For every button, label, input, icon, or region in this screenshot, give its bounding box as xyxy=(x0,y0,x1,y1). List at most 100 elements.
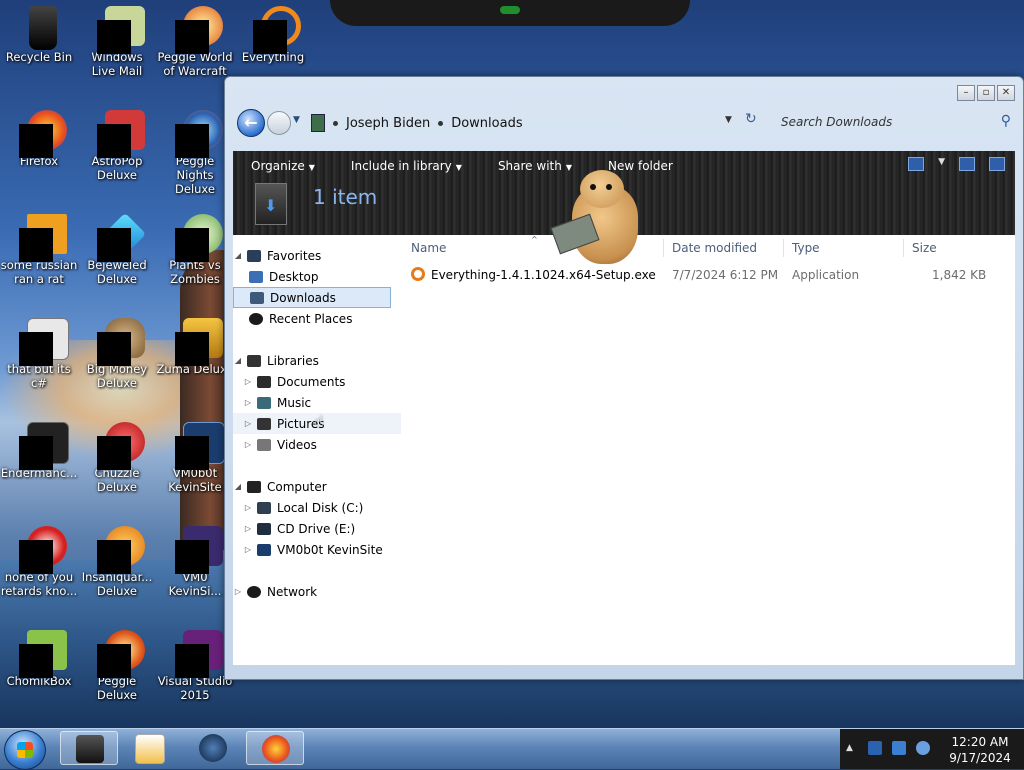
nav-desktop[interactable]: Desktop xyxy=(233,266,403,287)
pictures-icon xyxy=(257,417,271,430)
nav-cd-drive[interactable]: ▷ CD Drive (E:) xyxy=(233,518,401,539)
expand-arrow-icon[interactable]: ▷ xyxy=(233,587,243,596)
desktop-icon-vm0-kevinsite[interactable]: VM0 KevinSi... xyxy=(156,526,234,598)
nav-vm-kevinsite[interactable]: ▷ VM0b0t KevinSite xyxy=(233,539,401,560)
expand-arrow-icon[interactable]: ▷ xyxy=(243,545,253,554)
help-icon[interactable] xyxy=(989,157,1005,171)
everything-setup-icon xyxy=(411,267,425,281)
desktop-icon-vm-kevinsite[interactable]: VM0b0t KevinSite xyxy=(156,422,234,494)
collapse-arrow-icon[interactable]: ◢ xyxy=(233,356,243,365)
column-divider[interactable] xyxy=(663,239,664,257)
column-header-date-modified[interactable]: Date modified xyxy=(672,241,757,255)
organize-button[interactable]: Organize ▼ xyxy=(233,157,333,177)
nav-videos[interactable]: ▷ Videos xyxy=(233,434,401,455)
desktop-icon-bejeweled[interactable]: Bejeweled Deluxe xyxy=(78,212,156,286)
nav-local-disk[interactable]: ▷ Local Disk (C:) xyxy=(233,497,401,518)
insaniquarium-icon xyxy=(97,526,145,574)
desktop-icon-c-sharp[interactable]: that but its c# xyxy=(0,318,78,390)
file-list: Name ^ Date modified Type Size Everythin… xyxy=(403,235,1015,665)
nav-computer[interactable]: ◢ Computer xyxy=(233,476,391,497)
network-drive-icon xyxy=(257,543,271,556)
show-hidden-icons-icon[interactable]: ▲ xyxy=(846,743,853,753)
desktop-icon-recycle-bin[interactable]: Recycle Bin xyxy=(0,6,78,64)
desktop-icon-insaniquarium[interactable]: Insaniquar... Deluxe xyxy=(78,526,156,598)
nav-documents[interactable]: ▷ Documents xyxy=(233,371,401,392)
expand-arrow-icon[interactable]: ▷ xyxy=(243,419,253,428)
recent-pages-dropdown[interactable]: ▼ xyxy=(293,115,300,125)
nav-recent-places[interactable]: Recent Places xyxy=(233,308,403,329)
nav-downloads[interactable]: Downloads xyxy=(233,287,391,308)
file-row[interactable]: Everything-1.4.1.1024.x64-Setup.exe 7/7/… xyxy=(411,265,1011,285)
taskbar-globe-app[interactable] xyxy=(184,731,242,765)
desktop-icon-zuma[interactable]: Zuma Deluxe xyxy=(156,318,234,376)
desktop-icon-peggle-nights[interactable]: Peggle Nights Deluxe xyxy=(156,110,234,196)
column-header-name[interactable]: Name xyxy=(411,241,446,255)
back-button[interactable]: ← xyxy=(237,109,265,137)
view-options-dropdown-icon[interactable]: ▼ xyxy=(938,157,945,169)
change-view-icon[interactable] xyxy=(908,157,925,171)
documents-icon xyxy=(257,375,271,388)
breadcrumb-user[interactable]: Joseph Biden xyxy=(346,116,430,131)
cd-drive-icon xyxy=(257,522,271,535)
hamster-desktop-pet[interactable] xyxy=(550,168,640,268)
peggle-icon xyxy=(97,630,145,678)
desktop-icon-astropop[interactable]: AstroPop Deluxe xyxy=(78,110,156,182)
nav-network[interactable]: ▷ Network xyxy=(233,581,391,602)
expand-arrow-icon[interactable]: ▷ xyxy=(243,377,253,386)
breadcrumb[interactable]: Joseph Biden Downloads xyxy=(311,111,523,135)
desktop-icon-chuzzle[interactable]: Chuzzle Deluxe xyxy=(78,422,156,494)
expand-arrow-icon[interactable]: ▷ xyxy=(243,398,253,407)
refresh-icon[interactable]: ↻ xyxy=(745,111,757,127)
taskbar-explorer[interactable] xyxy=(60,731,118,765)
desktop-icon-plants-vs-zombies[interactable]: Plants vs Zombies xyxy=(156,214,234,286)
taskbar-media-player[interactable] xyxy=(120,731,178,765)
desktop-icon-chomikbox[interactable]: ChomikBox xyxy=(0,630,78,688)
window-controls: – ▫ ✕ xyxy=(957,85,1015,101)
desktop-icon-big-money[interactable]: Big Money Deluxe xyxy=(78,318,156,390)
folder-icon xyxy=(311,114,325,132)
close-button[interactable]: ✕ xyxy=(997,85,1015,101)
system-clock[interactable]: 12:20 AM 9/17/2024 xyxy=(940,734,1020,766)
explorer-app-icon xyxy=(76,735,104,763)
expand-arrow-icon[interactable]: ▷ xyxy=(243,524,253,533)
desktop-icon-peggle[interactable]: Peggle Deluxe xyxy=(78,630,156,702)
everything-search-icon xyxy=(253,6,301,54)
search-input[interactable]: Search Downloads ⚲ xyxy=(775,111,1013,133)
breadcrumb-downloads[interactable]: Downloads xyxy=(451,116,522,131)
volume-tray-icon[interactable] xyxy=(916,741,930,755)
desktop-icon-windows-live-mail[interactable]: Windows Live Mail xyxy=(78,6,156,78)
address-dropdown-icon[interactable]: ▼ xyxy=(725,115,732,125)
desktop-icon-peggle-wow[interactable]: Peggle World of Warcraft xyxy=(156,6,234,78)
minimize-button[interactable]: – xyxy=(957,85,975,101)
preview-pane-icon[interactable] xyxy=(959,157,975,171)
column-header-type[interactable]: Type xyxy=(792,241,820,255)
search-icon[interactable]: ⚲ xyxy=(1001,113,1011,129)
desktop-icon-endermanc[interactable]: Endermanc... xyxy=(0,422,78,480)
forward-button[interactable] xyxy=(267,111,291,135)
desktop-icon-russian-rat[interactable]: some russian ran a rat xyxy=(0,214,78,286)
endermanc-icon xyxy=(19,422,69,470)
nav-music[interactable]: ▷ Music xyxy=(233,392,401,413)
column-divider[interactable] xyxy=(783,239,784,257)
maximize-button[interactable]: ▫ xyxy=(977,85,995,101)
start-button[interactable] xyxy=(4,730,46,770)
collapse-arrow-icon[interactable]: ◢ xyxy=(233,482,243,491)
nav-libraries[interactable]: ◢ Libraries xyxy=(233,350,391,371)
taskbar-firefox[interactable] xyxy=(246,731,304,765)
desktop-icon-firefox[interactable]: Firefox xyxy=(0,110,78,168)
desktop-icon-visual-studio[interactable]: Visual Studio 2015 xyxy=(156,630,234,702)
windows-logo-icon xyxy=(17,742,33,758)
chevron-down-icon: ▼ xyxy=(455,163,462,172)
desktop-icon-everything[interactable]: Everything xyxy=(234,6,312,64)
nav-favorites[interactable]: ◢ Favorites xyxy=(233,245,391,266)
expand-arrow-icon[interactable]: ▷ xyxy=(243,440,253,449)
expand-arrow-icon[interactable]: ▷ xyxy=(243,503,253,512)
include-in-library-button[interactable]: Include in library ▼ xyxy=(333,157,480,177)
collapse-arrow-icon[interactable]: ◢ xyxy=(233,251,243,260)
tray-app-icon[interactable] xyxy=(868,741,882,755)
column-header-size[interactable]: Size xyxy=(912,241,937,255)
column-divider[interactable] xyxy=(903,239,904,257)
network-tray-icon[interactable] xyxy=(892,741,906,755)
desktop-icon-none-of-you[interactable]: none of you retards kno... xyxy=(0,526,78,598)
explorer-window: – ▫ ✕ ← ▼ Joseph Biden Downloads ▼ ↻ Sea… xyxy=(224,76,1024,680)
